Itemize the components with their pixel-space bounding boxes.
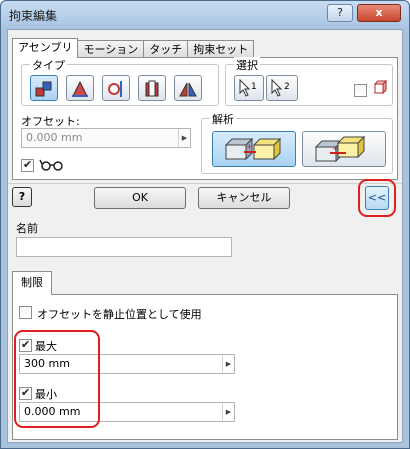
offset-value: 0.000 mm [26,131,83,144]
select-first-button[interactable]: 1 [234,75,264,101]
collapse-button[interactable]: << [365,186,389,210]
help-button[interactable]: ? [12,187,32,207]
mate-button[interactable] [30,75,58,101]
pick-part-first-checkbox[interactable] [354,84,367,97]
tab-assembly[interactable]: アセンブリ [12,38,79,58]
cursor-icon [239,79,251,97]
name-label: 名前 [16,222,38,235]
separator [8,183,402,184]
selections-group-label: 選択 [234,57,260,73]
title-bar: 拘束編集 ? x [1,1,409,29]
min-spin-arrow[interactable]: ▶ [222,403,234,421]
svg-text:+: + [246,142,253,151]
tab-constraint-set[interactable]: 拘束セット [187,40,255,58]
svg-text:+: + [332,144,339,153]
preview-checkbox[interactable] [21,158,34,172]
insert-button[interactable] [138,75,166,101]
cancel-button[interactable]: キャンセル [198,187,290,209]
type-group-label: タイプ [30,57,67,73]
max-spin-arrow[interactable]: ▶ [222,355,234,373]
tangent-icon [108,81,122,97]
insert-icon [145,80,159,97]
highlight-limits [14,330,100,428]
dialog-title: 拘束編集 [9,9,58,23]
dialog-body: アセンブリ モーション タッチ 拘束セット タイプ 選択 1 2 オフセット: … [7,29,403,443]
select-second-button[interactable]: 2 [266,75,298,101]
use-offset-resting-label: オフセットを静止位置として使用 [37,308,202,321]
type-group: タイプ [21,57,219,106]
angle-button[interactable] [66,75,94,101]
constraint-edit-dialog: 拘束編集 ? x アセンブリ モーション タッチ 拘束セット タイプ 選択 1 … [0,0,410,449]
ok-button[interactable]: OK [94,187,186,209]
tab-transitional[interactable]: タッチ [143,40,189,58]
part-cube-icon [373,79,388,95]
select-first-label: 1 [251,82,257,92]
mate-icon [35,81,52,97]
selections-group: 選択 1 2 [225,57,393,106]
tab-motion[interactable]: モーション [77,40,145,58]
solution-group-label: 解析 [210,111,236,127]
tangent-button[interactable] [102,75,130,101]
offset-spin-arrow[interactable]: ▶ [178,129,190,147]
solution-flush-button[interactable]: + [302,131,386,167]
glasses-icon [39,159,63,171]
solution-group: 解析 + + [201,111,393,174]
assembly-tab-panel: タイプ 選択 1 2 オフセット: 0.000 mm ▶ ✔ 解析 + + [12,57,398,180]
cursor-icon [271,79,283,97]
angle-icon [72,80,88,97]
help-title-button[interactable]: ? [327,4,353,22]
symmetry-button[interactable] [174,75,202,101]
select-second-label: 2 [284,82,290,92]
symmetry-icon [179,82,197,97]
tab-limits[interactable]: 制限 [12,271,52,295]
offset-label: オフセット: [21,115,80,128]
tab-strip: アセンブリ モーション タッチ 拘束セット [12,38,255,58]
mate-solution-icon: + [224,137,282,161]
use-offset-resting-checkbox[interactable] [19,306,32,319]
close-button[interactable]: x [357,4,401,22]
name-input[interactable] [16,237,232,257]
solution-mate-button[interactable]: + [212,131,296,167]
offset-input[interactable]: 0.000 mm ▶ [21,128,191,148]
flush-solution-icon: + [314,135,366,163]
